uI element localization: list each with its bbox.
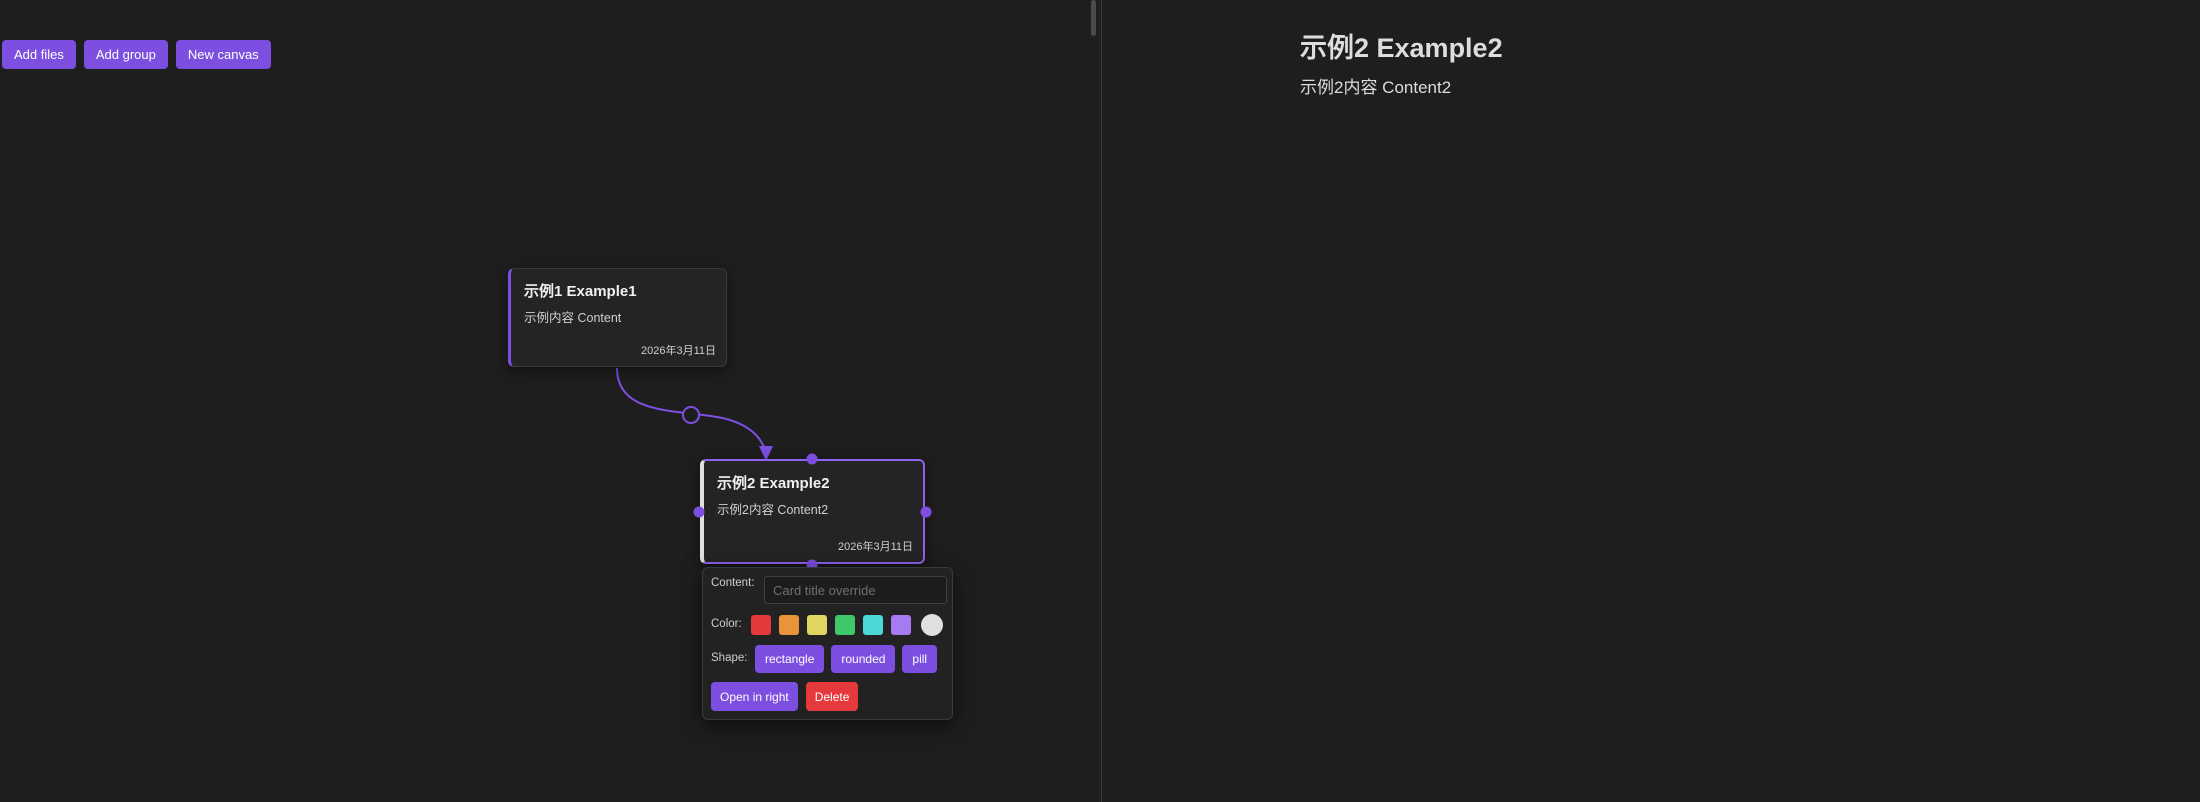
canvas-scrollbar[interactable] <box>1091 0 1096 36</box>
shape-label: Shape: <box>711 652 748 664</box>
card-date: 2026年3月11日 <box>640 345 716 357</box>
connect-handle-right[interactable] <box>920 506 932 518</box>
card-date: 2026年3月11日 <box>837 541 913 553</box>
card-edit-popup: Content: Color: Shape: rectangle rounded… <box>702 567 953 720</box>
canvas-card-example2[interactable]: 示例2 Example2 示例2内容 Content2 2026年3月11日 <box>700 459 925 564</box>
color-swatch-clear[interactable] <box>921 614 943 636</box>
card-title: 示例2 Example2 <box>717 475 830 492</box>
content-label: Content: <box>711 577 755 589</box>
preview-pane: 示例2 Example2 示例2内容 Content2 <box>1102 0 2200 802</box>
shape-pill-button[interactable]: pill <box>902 645 938 673</box>
connect-handle-top[interactable] <box>806 453 818 465</box>
canvas-card-example1[interactable]: 示例1 Example1 示例内容 Content 2026年3月11日 <box>508 268 727 367</box>
preview-content: 示例2内容 Content2 <box>1300 78 1452 97</box>
add-group-button[interactable]: Add group <box>83 40 168 69</box>
color-swatches <box>751 614 943 636</box>
color-label: Color: <box>711 618 742 630</box>
shape-rounded-button[interactable]: rounded <box>831 645 896 673</box>
open-in-right-button[interactable]: Open in right <box>711 682 798 711</box>
popup-actions: Open in right Delete <box>711 682 859 711</box>
content-input[interactable] <box>764 576 947 604</box>
canvas-pane[interactable]: Add files Add group New canvas 示例1 Examp… <box>0 0 1101 802</box>
edge-midpoint-handle[interactable] <box>682 406 700 424</box>
color-swatch-purple[interactable] <box>891 615 911 635</box>
color-swatch-cyan[interactable] <box>863 615 883 635</box>
delete-button[interactable]: Delete <box>805 682 859 711</box>
connection-edge[interactable] <box>616 367 767 456</box>
add-files-button[interactable]: Add files <box>2 40 76 69</box>
preview-title: 示例2 Example2 <box>1300 33 1503 63</box>
connect-handle-left[interactable] <box>693 506 705 518</box>
shape-options: rectangle rounded pill <box>755 645 938 673</box>
color-swatch-green[interactable] <box>835 615 855 635</box>
canvas-toolbar: Add files Add group New canvas <box>2 40 271 69</box>
color-swatch-yellow[interactable] <box>807 615 827 635</box>
card-content: 示例2内容 Content2 <box>717 503 829 517</box>
shape-rectangle-button[interactable]: rectangle <box>755 645 825 673</box>
card-title: 示例1 Example1 <box>524 283 637 300</box>
color-swatch-red[interactable] <box>751 615 771 635</box>
color-swatch-orange[interactable] <box>779 615 799 635</box>
new-canvas-button[interactable]: New canvas <box>175 40 271 69</box>
card-content: 示例内容 Content <box>524 311 622 325</box>
